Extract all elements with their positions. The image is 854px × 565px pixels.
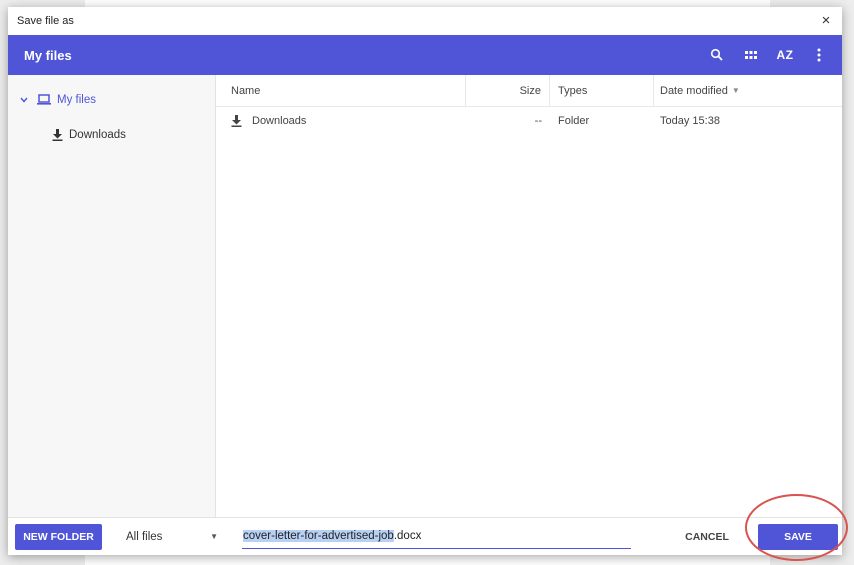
grid-view-icon [745,50,757,59]
column-header-date-modified[interactable]: Date modified ▼ [654,75,842,106]
search-button[interactable] [704,42,730,68]
sort-button[interactable]: AZ [772,42,798,68]
sidebar-item-downloads[interactable]: Downloads [8,122,215,147]
current-folder-title: My files [24,47,72,63]
sidebar-item-my-files[interactable]: My files [8,87,215,112]
dialog-body: My files Downloads Name Size Types Date … [8,75,842,517]
more-options-button[interactable] [806,42,832,68]
dropdown-caret-icon: ▼ [210,532,218,541]
table-row[interactable]: Downloads -- Folder Today 15:38 [216,107,842,135]
new-folder-button[interactable]: NEW FOLDER [15,523,102,550]
file-type-select[interactable]: All files ▼ [126,531,218,543]
sidebar-item-label: My files [57,93,96,106]
sidebar-item-label: Downloads [69,128,126,141]
file-list-header: Name Size Types Date modified ▼ [216,75,842,107]
column-header-size[interactable]: Size [466,75,550,106]
download-icon [52,128,63,141]
download-icon [231,115,242,127]
row-type-cell: Folder [558,115,590,127]
row-date-cell: Today 15:38 [660,115,720,127]
column-header-name[interactable]: Name [216,75,466,106]
chevron-down-icon[interactable] [20,95,30,105]
file-list: Name Size Types Date modified ▼ Download… [216,75,842,517]
dialog-title: Save file as [17,15,74,27]
close-button[interactable]: × [818,13,834,29]
grid-view-button[interactable] [738,42,764,68]
cancel-button[interactable]: CANCEL [679,531,735,543]
column-header-types[interactable]: Types [550,75,654,106]
sort-descending-icon: ▼ [731,86,740,95]
dialog-titlebar: Save file as × [8,7,842,35]
row-name-cell: Downloads [216,107,466,135]
search-icon [710,48,723,61]
row-size-cell: -- [534,115,542,127]
header-toolbar: AZ [704,42,832,68]
more-vertical-icon [817,48,821,62]
location-header: My files AZ [8,35,842,75]
filename-selected-text: cover-letter-for-advertised-job [243,530,394,542]
sidebar: My files Downloads [8,75,216,517]
save-button[interactable]: SAVE [758,524,838,550]
filename-extension: .docx [393,530,422,542]
laptop-icon [37,94,51,105]
dialog-footer: NEW FOLDER All files ▼ cover-letter-for-… [8,517,842,555]
sort-az-icon: AZ [776,48,794,62]
filename-input[interactable]: cover-letter-for-advertised-job .docx [242,525,631,549]
save-file-dialog: Save file as × My files AZ My files Down… [8,7,842,555]
file-type-value: All files [126,530,163,543]
